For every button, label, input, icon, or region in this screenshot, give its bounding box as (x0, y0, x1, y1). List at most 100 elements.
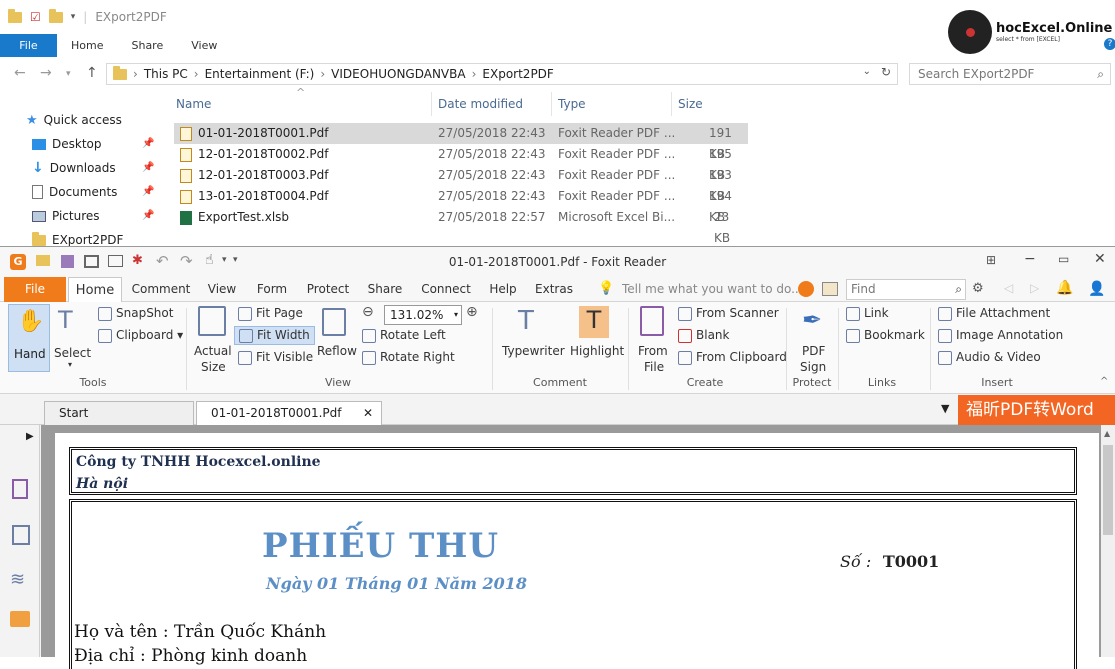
tab-start[interactable]: Start (44, 401, 194, 425)
user-icon[interactable]: 👤 (1088, 281, 1105, 297)
search-input[interactable]: Search EXport2PDF ⌕ (909, 63, 1111, 85)
next-icon[interactable]: ▷ (1030, 281, 1039, 295)
tab-connect[interactable]: Connect (414, 277, 478, 302)
tab-share[interactable]: Share (362, 277, 408, 302)
folder-icon[interactable] (8, 8, 22, 23)
rotate-right-button[interactable]: Rotate Right (362, 350, 455, 365)
recent-chevron-icon[interactable]: ▾ (66, 69, 71, 79)
column-header-size[interactable]: Size (672, 92, 752, 116)
clipboard-button[interactable]: Clipboard ▾ (98, 328, 183, 343)
back-arrow-icon[interactable]: ← (14, 65, 26, 81)
scroll-thumb[interactable] (1103, 445, 1113, 535)
sidebar-item-downloads[interactable]: ↓ Downloads (32, 158, 116, 178)
zoom-select[interactable]: 131.02% ▾ (384, 305, 462, 325)
gear-icon[interactable]: ⚙ (972, 281, 984, 296)
file-row[interactable]: ExportTest.xlsb 27/05/2018 22:57 Microso… (174, 207, 748, 245)
pin-icon[interactable]: 📌 (142, 210, 154, 221)
search-icon[interactable]: ⌕ (1097, 64, 1104, 84)
collapse-ribbon-icon[interactable]: ^ (1100, 376, 1108, 387)
breadcrumb-item[interactable]: VIDEOHUONGDANVBA (331, 67, 465, 81)
link-button[interactable]: Link (846, 306, 889, 321)
checkbox-icon[interactable]: ☑ (30, 10, 41, 24)
audio-video-button[interactable]: Audio & Video (938, 350, 1041, 365)
grid-icon[interactable]: ⊞ (986, 253, 996, 267)
typewriter-button[interactable]: T Typewriter (502, 306, 566, 372)
pages-panel-icon[interactable] (12, 525, 30, 545)
promo-banner[interactable]: 福昕PDF转Word (958, 395, 1115, 425)
file-row[interactable]: 13-01-2018T0004.Pdf 27/05/2018 22:43 Fox… (174, 186, 748, 224)
close-tab-icon[interactable]: ✕ (363, 402, 373, 424)
prev-icon[interactable]: ◁ (1004, 281, 1013, 295)
tab-view[interactable]: View (177, 34, 231, 57)
refresh-icon[interactable]: ↻ (881, 65, 891, 79)
zoom-out-icon[interactable]: ⊖ (362, 304, 374, 320)
tell-me-input[interactable]: Tell me what you want to do... (622, 282, 803, 296)
fit-page-button[interactable]: Fit Page (238, 306, 303, 321)
breadcrumb-item[interactable]: Entertainment (F:) (205, 67, 315, 81)
tab-help[interactable]: Help (484, 277, 522, 302)
expand-panel-icon[interactable]: ▶ (26, 431, 34, 442)
tab-extras[interactable]: Extras (530, 277, 578, 302)
actual-size-button[interactable]: Actual Size (194, 306, 232, 374)
tab-document[interactable]: 01-01-2018T0001.Pdf ✕ (196, 401, 382, 425)
sidebar-item-desktop[interactable]: Desktop (32, 134, 102, 154)
dropdown-chevron-icon[interactable]: ⌄ (863, 66, 871, 77)
image-search-icon[interactable] (822, 282, 838, 296)
from-file-button[interactable]: From File (636, 306, 670, 374)
pin-icon[interactable]: 📌 (142, 138, 154, 149)
file-row[interactable]: 12-01-2018T0003.Pdf 27/05/2018 22:43 Fox… (174, 165, 748, 203)
document-viewport[interactable]: Công ty TNHH Hocexcel.online Hà nội PHIẾ… (41, 425, 1101, 669)
from-clipboard-button[interactable]: From Clipboard (678, 350, 787, 365)
tab-file[interactable]: File (4, 277, 66, 302)
select-button[interactable]: T Select ▾ (54, 306, 91, 372)
file-row[interactable]: 01-01-2018T0001.Pdf 27/05/2018 22:43 Fox… (174, 123, 748, 161)
zoom-in-icon[interactable]: ⊕ (466, 304, 478, 320)
fit-width-button[interactable]: Fit Width (234, 326, 315, 345)
heart-icon[interactable] (798, 281, 814, 297)
tab-file[interactable]: File (0, 34, 57, 57)
fit-visible-button[interactable]: Fit Visible (238, 350, 313, 365)
tab-protect[interactable]: Protect (300, 277, 356, 302)
image-annotation-button[interactable]: Image Annotation (938, 328, 1063, 343)
bookmarks-panel-icon[interactable] (12, 479, 28, 499)
chevron-down-icon[interactable]: ▾ (71, 12, 76, 22)
file-row[interactable]: 12-01-2018T0002.Pdf 27/05/2018 22:43 Fox… (174, 144, 748, 182)
column-header-type[interactable]: Type (552, 92, 672, 116)
bell-icon[interactable]: 🔔 (1056, 280, 1073, 296)
column-header-date[interactable]: Date modified (432, 92, 552, 116)
scroll-up-icon[interactable]: ▲ (1104, 429, 1110, 438)
tab-comment[interactable]: Comment (128, 277, 194, 302)
column-header-name[interactable]: Name (170, 92, 432, 116)
highlight-button[interactable]: T Highlight (570, 306, 624, 372)
up-arrow-icon[interactable]: ↑ (86, 65, 98, 81)
from-scanner-button[interactable]: From Scanner (678, 306, 779, 321)
pdf-sign-button[interactable]: ✒ PDF Sign (794, 306, 832, 374)
reflow-button[interactable]: Reflow (316, 306, 357, 372)
blank-button[interactable]: Blank (678, 328, 729, 343)
sidebar-item-documents[interactable]: Documents (32, 182, 117, 202)
snapshot-button[interactable]: SnapShot (98, 306, 173, 321)
forward-arrow-icon[interactable]: → (40, 65, 52, 81)
layers-panel-icon[interactable]: ≋ (10, 569, 25, 590)
address-bar[interactable]: › This PC › Entertainment (F:) › VIDEOHU… (106, 63, 898, 85)
pin-icon[interactable]: 📌 (142, 186, 154, 197)
comments-panel-icon[interactable] (10, 611, 30, 627)
sidebar-item-pictures[interactable]: Pictures (32, 206, 100, 226)
find-input[interactable]: Find ⌕ (846, 279, 966, 300)
tab-home[interactable]: Home (57, 34, 117, 57)
tab-list-chevron-icon[interactable]: ▼ (941, 402, 949, 415)
tab-form[interactable]: Form (250, 277, 294, 302)
hand-button[interactable]: ✋ Hand (8, 304, 50, 372)
maximize-icon[interactable]: ▭ (1058, 252, 1069, 266)
breadcrumb-item[interactable]: EXport2PDF (482, 67, 553, 81)
bookmark-button[interactable]: Bookmark (846, 328, 925, 343)
close-icon[interactable]: ✕ (1094, 251, 1106, 267)
breadcrumb-item[interactable]: This PC (144, 67, 188, 81)
tab-view[interactable]: View (200, 277, 244, 302)
minimize-icon[interactable]: − (1024, 251, 1036, 267)
vertical-scrollbar[interactable]: ▲ (1101, 425, 1115, 657)
rotate-left-button[interactable]: Rotate Left (362, 328, 446, 343)
new-folder-icon[interactable] (48, 8, 63, 23)
file-attachment-button[interactable]: File Attachment (938, 306, 1050, 321)
sidebar-item-quick-access[interactable]: ★ Quick access (26, 110, 122, 130)
